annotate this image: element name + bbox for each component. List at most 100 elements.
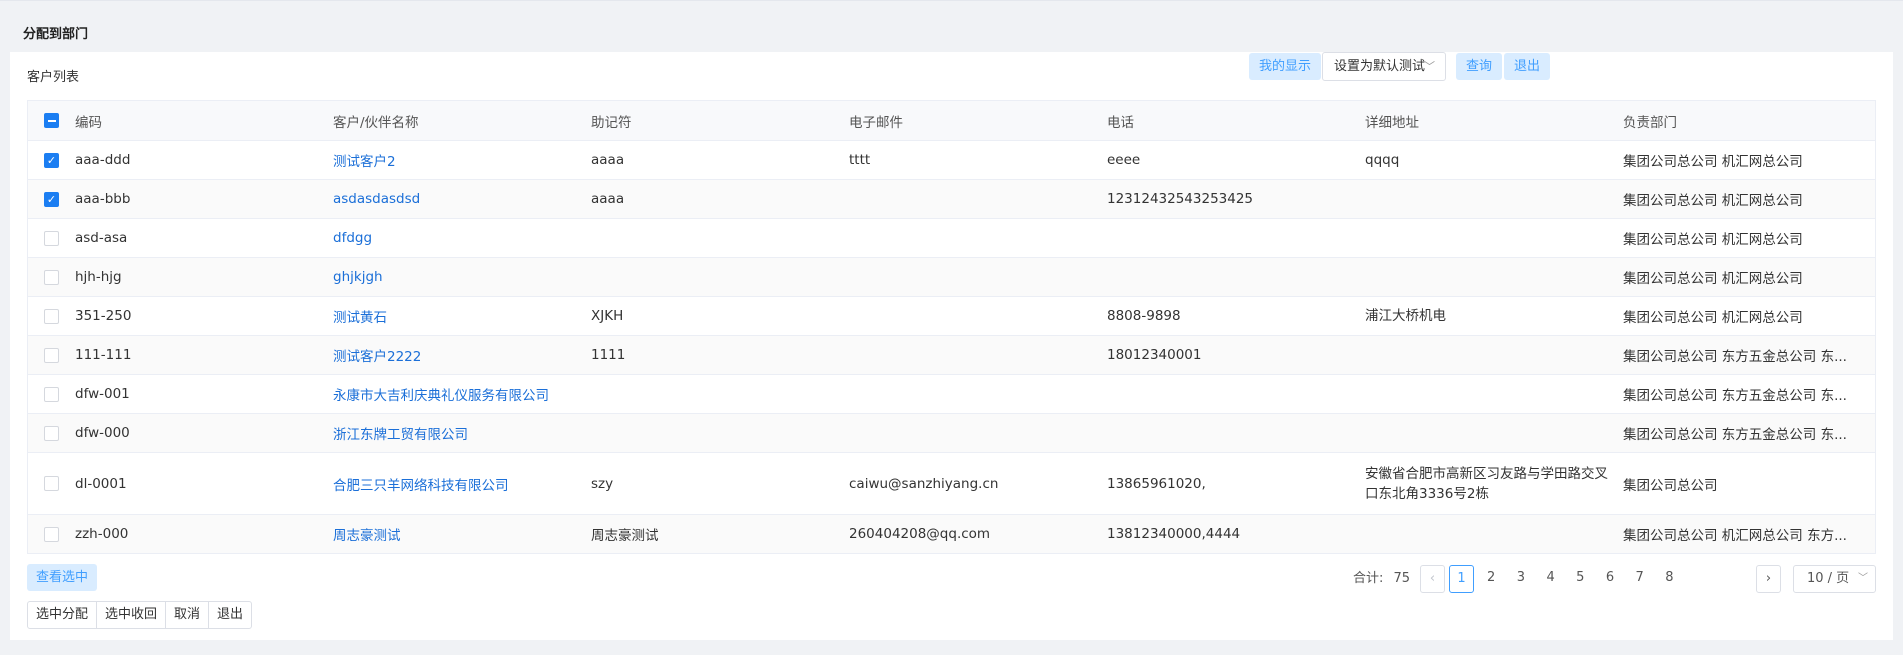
cell-name[interactable]: 测试黄石 [333, 297, 591, 335]
table-row[interactable]: 111-111 测试客户2222 1111 18012340001 集团公司总公司 东方… [28, 336, 1875, 375]
cell-dept-text: 集团公司总公司 机汇网总公司 [1623, 271, 1803, 287]
cell-address [1365, 414, 1623, 452]
cell-dept-text: 集团公司总公司 东方五金总公司 东... [1623, 349, 1847, 365]
cell-dept-text: 集团公司总公司 机汇网总公司 [1623, 193, 1803, 209]
table-row[interactable]: asd-asa dfdgg 集团公司总公司 机汇网总公司 [28, 219, 1875, 258]
cell-dept: 集团公司总公司 东方五金总公司 东... [1623, 336, 1863, 374]
next-page-icon[interactable]: › [1756, 565, 1781, 593]
table-row[interactable]: ✓ aaa-bbb asdasdasdsd aaaa 12312432543253425… [28, 180, 1875, 219]
cell-name-text[interactable]: 测试黄石 [333, 306, 387, 326]
cell-name-text[interactable]: 合肥三只羊网络科技有限公司 [333, 474, 509, 494]
cancel-button[interactable]: 取消 [165, 601, 210, 629]
page-number-5[interactable]: 5 [1568, 565, 1593, 593]
cell-address [1365, 336, 1623, 374]
page-size-select[interactable]: 10 / 页 ﹀ [1793, 565, 1876, 593]
exit-button[interactable]: 退出 [1504, 53, 1551, 80]
table-row[interactable]: zzh-000 周志豪测试 周志豪测试 260404208@qq.com 1381234… [28, 515, 1875, 554]
cell-address [1365, 180, 1623, 218]
default-view-select-value: 设置为默认测试 [1334, 59, 1426, 74]
row-checkbox[interactable] [44, 269, 59, 285]
page-number-6[interactable]: 6 [1598, 565, 1623, 593]
revoke-selected-button[interactable]: 选中收回 [96, 601, 167, 629]
table-row[interactable]: ✓ aaa-ddd 测试客户2 aaaa tttt eeee qqqq 集团公司总公司 机汇网… [28, 141, 1875, 180]
cell-phone: 12312432543253425 [1107, 180, 1365, 218]
column-header-name[interactable]: 客户/伙伴名称 [333, 101, 591, 140]
my-display-button[interactable]: 我的显示 [1249, 53, 1322, 80]
cell-phone: 13865961020, [1107, 453, 1365, 514]
cell-name[interactable]: 浙江东牌工贸有限公司 [333, 414, 591, 452]
header-checkbox-cell [28, 101, 75, 140]
cell-name[interactable]: 测试客户2222 [333, 336, 591, 374]
cell-code: 111-111 [75, 336, 333, 374]
cell-name[interactable]: 周志豪测试 [333, 515, 591, 553]
cell-code-text: dfw-000 [75, 425, 130, 441]
row-checkbox-cell: ✓ [28, 180, 75, 218]
cell-mnemonic-text: szy [591, 475, 614, 492]
table-row[interactable]: hjh-hjg ghjkjgh 集团公司总公司 机汇网总公司 [28, 258, 1875, 297]
table-row[interactable]: 351-250 测试黄石 XJKH 8808-9898 浦江大桥机电 集团公司总公司 机汇… [28, 297, 1875, 336]
cell-name[interactable]: 合肥三只羊网络科技有限公司 [333, 453, 591, 514]
page-number-8[interactable]: 8 [1657, 565, 1682, 593]
cell-name-text[interactable]: 测试客户2 [333, 150, 396, 170]
cell-email [849, 219, 1107, 257]
cell-name-text[interactable]: 测试客户2222 [333, 345, 421, 365]
column-header-phone[interactable]: 电话 [1107, 101, 1365, 140]
select-all-checkbox[interactable] [44, 113, 59, 128]
top-divider [0, 0, 1903, 1]
page-number-3[interactable]: 3 [1508, 565, 1533, 593]
row-checkbox[interactable] [44, 386, 59, 402]
cell-dept-text: 集团公司总公司 机汇网总公司 东方... [1623, 528, 1847, 544]
total-label: 合计: [1353, 571, 1384, 586]
cell-email [849, 414, 1107, 452]
cell-name[interactable]: asdasdasdsd [333, 180, 591, 218]
row-checkbox[interactable] [44, 230, 59, 246]
total-count: 合计: 75 [1353, 565, 1410, 593]
cell-code: dfw-001 [75, 375, 333, 413]
cell-name-text[interactable]: ghjkjgh [333, 269, 383, 285]
column-header-address[interactable]: 详细地址 [1365, 101, 1623, 140]
cell-name-text[interactable]: asdasdasdsd [333, 191, 420, 207]
cell-name-text[interactable]: 周志豪测试 [333, 524, 401, 544]
cell-name-text[interactable]: 浙江东牌工贸有限公司 [333, 423, 468, 443]
cell-name-text[interactable]: dfdgg [333, 230, 372, 246]
footer-exit-button[interactable]: 退出 [208, 601, 253, 629]
cell-email-text: caiwu@sanzhiyang.cn [849, 475, 999, 492]
cell-email [849, 180, 1107, 218]
page-number-1[interactable]: 1 [1449, 565, 1474, 593]
assign-selected-button[interactable]: 选中分配 [27, 601, 98, 629]
default-view-select[interactable]: 设置为默认测试 ﹀ [1322, 52, 1446, 81]
row-checkbox-cell [28, 336, 75, 374]
row-checkbox[interactable] [44, 347, 59, 363]
cell-name-text[interactable]: 永康市大吉利庆典礼仪服务有限公司 [333, 384, 549, 404]
column-header-email[interactable]: 电子邮件 [849, 101, 1107, 140]
query-button[interactable]: 查询 [1456, 53, 1503, 80]
cell-phone [1107, 219, 1365, 257]
cell-phone [1107, 258, 1365, 296]
cell-phone: 18012340001 [1107, 336, 1365, 374]
row-checkbox[interactable] [44, 526, 59, 542]
row-checkbox-cell [28, 219, 75, 257]
row-checkbox[interactable]: ✓ [44, 191, 59, 207]
cell-name[interactable]: 测试客户2 [333, 141, 591, 179]
column-header-dept[interactable]: 负责部门 [1623, 101, 1863, 140]
prev-page-icon[interactable]: ‹ [1420, 565, 1445, 593]
cell-name[interactable]: dfdgg [333, 219, 591, 257]
row-checkbox[interactable] [44, 308, 59, 324]
customer-list-panel: 客户列表 我的显示 设置为默认测试 ﹀ 查询 退出 编码 客户/伙伴名称 助记符… [10, 52, 1893, 640]
row-checkbox[interactable] [44, 476, 59, 491]
cell-name[interactable]: 永康市大吉利庆典礼仪服务有限公司 [333, 375, 591, 413]
column-header-code[interactable]: 编码 [75, 101, 333, 140]
table-row[interactable]: dl-0001 合肥三只羊网络科技有限公司 szy caiwu@sanzhiyang.… [28, 453, 1875, 515]
column-header-mnemonic[interactable]: 助记符 [591, 101, 849, 140]
page-number-7[interactable]: 7 [1627, 565, 1652, 593]
page-title: 分配到部门 [23, 27, 89, 42]
cell-code: aaa-ddd [75, 141, 333, 179]
page-number-4[interactable]: 4 [1538, 565, 1563, 593]
cell-name[interactable]: ghjkjgh [333, 258, 591, 296]
table-row[interactable]: dfw-001 永康市大吉利庆典礼仪服务有限公司 集团公司总公司 东方五金总公司 东… [28, 375, 1875, 414]
page-number-2[interactable]: 2 [1479, 565, 1504, 593]
row-checkbox[interactable]: ✓ [44, 152, 59, 168]
row-checkbox[interactable] [44, 425, 59, 441]
cell-address [1365, 375, 1623, 413]
table-row[interactable]: dfw-000 浙江东牌工贸有限公司 集团公司总公司 东方五金总公司 东... [28, 414, 1875, 453]
